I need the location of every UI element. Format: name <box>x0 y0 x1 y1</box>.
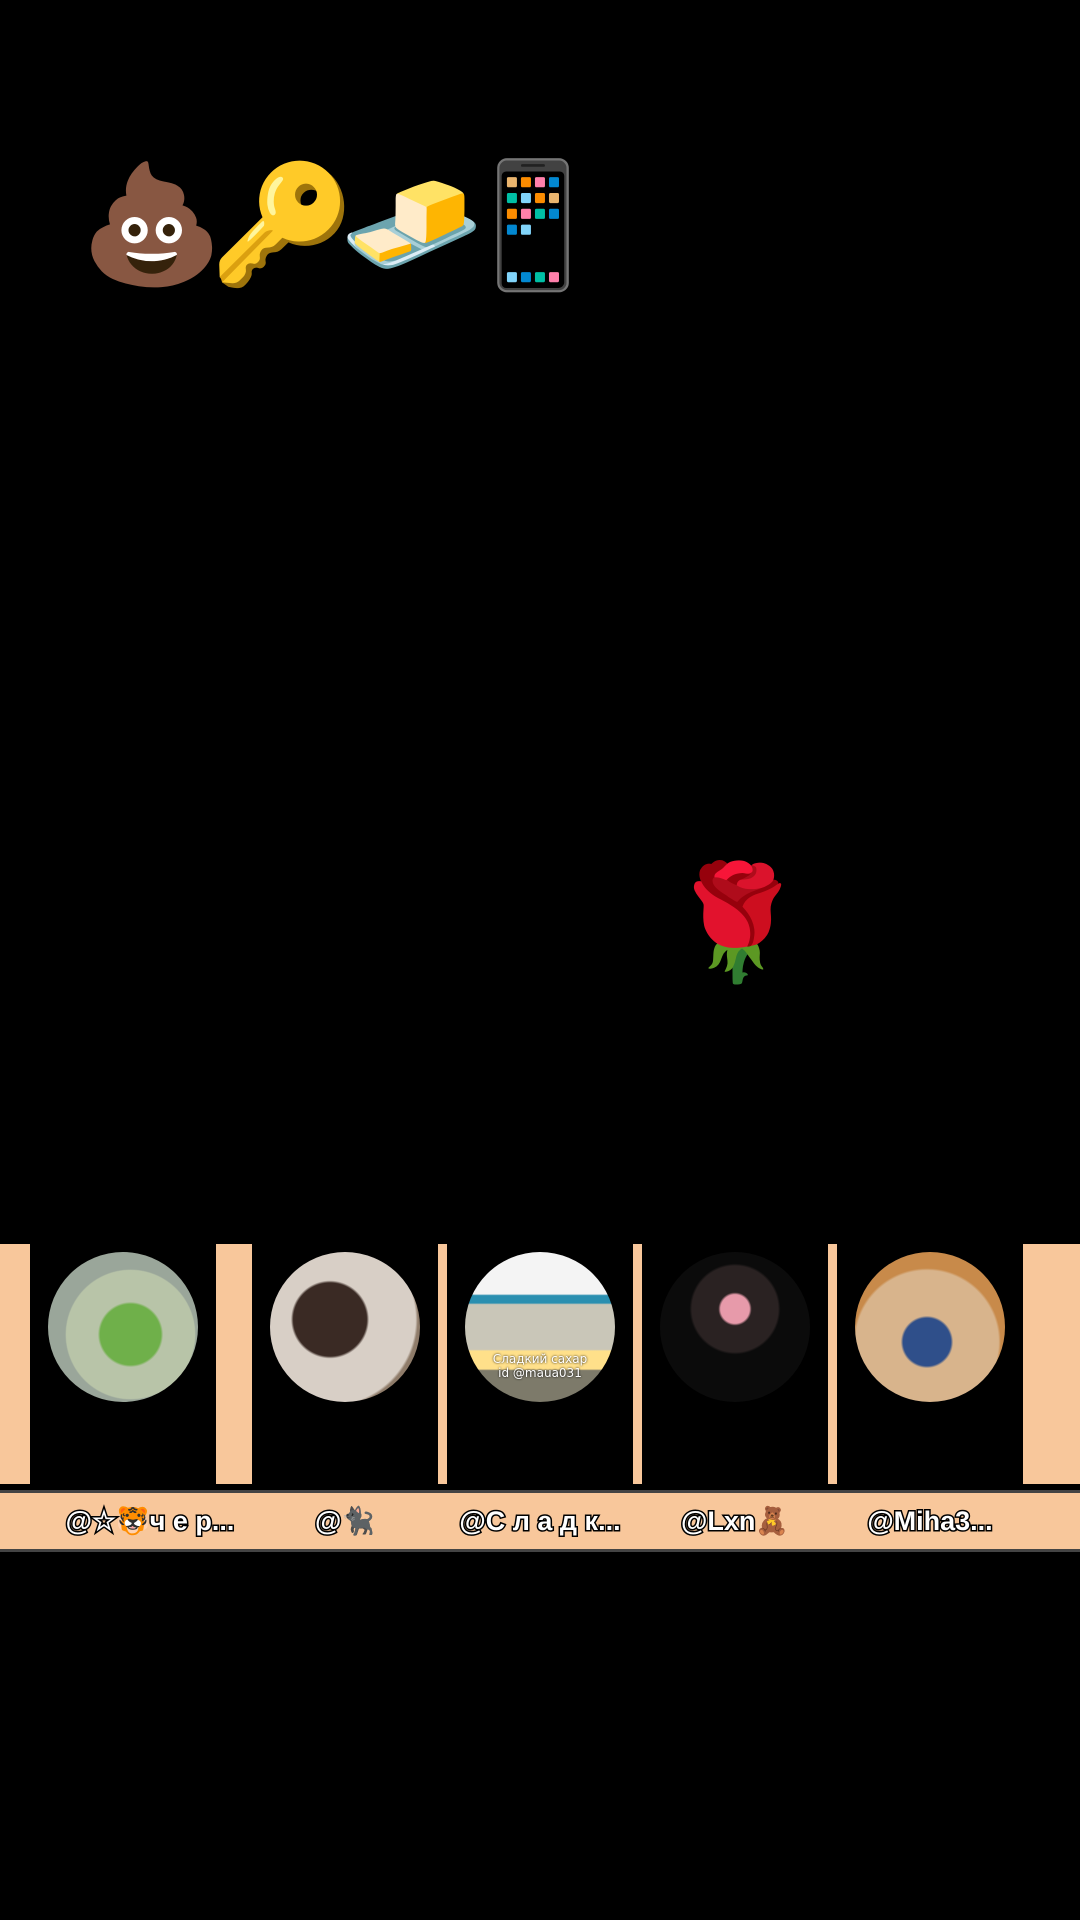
gift-row: 💩 🔑 🧈 📱 <box>79 150 609 300</box>
poo-icon: 💩 <box>79 157 225 292</box>
avatar[interactable] <box>855 1252 1005 1402</box>
username-label[interactable]: @🐈‍⬛ <box>265 1493 425 1549</box>
mobile-phone-icon: 📱 <box>457 154 609 296</box>
avatar[interactable] <box>660 1252 810 1402</box>
avatar[interactable] <box>270 1252 420 1402</box>
user-avatar-strip: Сладкий сахар id @maua031 <box>0 1244 1080 1484</box>
rose-icon: 🌹 <box>667 858 807 988</box>
avatar[interactable] <box>48 1252 198 1402</box>
user-tile[interactable] <box>30 1244 216 1484</box>
user-tile[interactable] <box>642 1244 828 1484</box>
username-label[interactable]: @С л а д к... <box>440 1493 640 1549</box>
car-key-icon: 🔑 <box>209 157 355 292</box>
user-tile[interactable] <box>252 1244 438 1484</box>
avatar-caption: Сладкий сахар id @maua031 <box>492 1352 588 1380</box>
username-label[interactable]: @☆🐯ч е р... <box>40 1493 260 1549</box>
user-tile[interactable] <box>837 1244 1023 1484</box>
username-label[interactable]: @Lxn🧸 <box>650 1493 820 1549</box>
username-label[interactable]: @Miha3... <box>840 1493 1020 1549</box>
user-tile[interactable]: Сладкий сахар id @maua031 <box>447 1244 633 1484</box>
avatar[interactable]: Сладкий сахар id @maua031 <box>465 1252 615 1402</box>
username-bar: @☆🐯ч е р... @🐈‍⬛ @С л а д к... @Lxn🧸 @Mi… <box>0 1490 1080 1552</box>
